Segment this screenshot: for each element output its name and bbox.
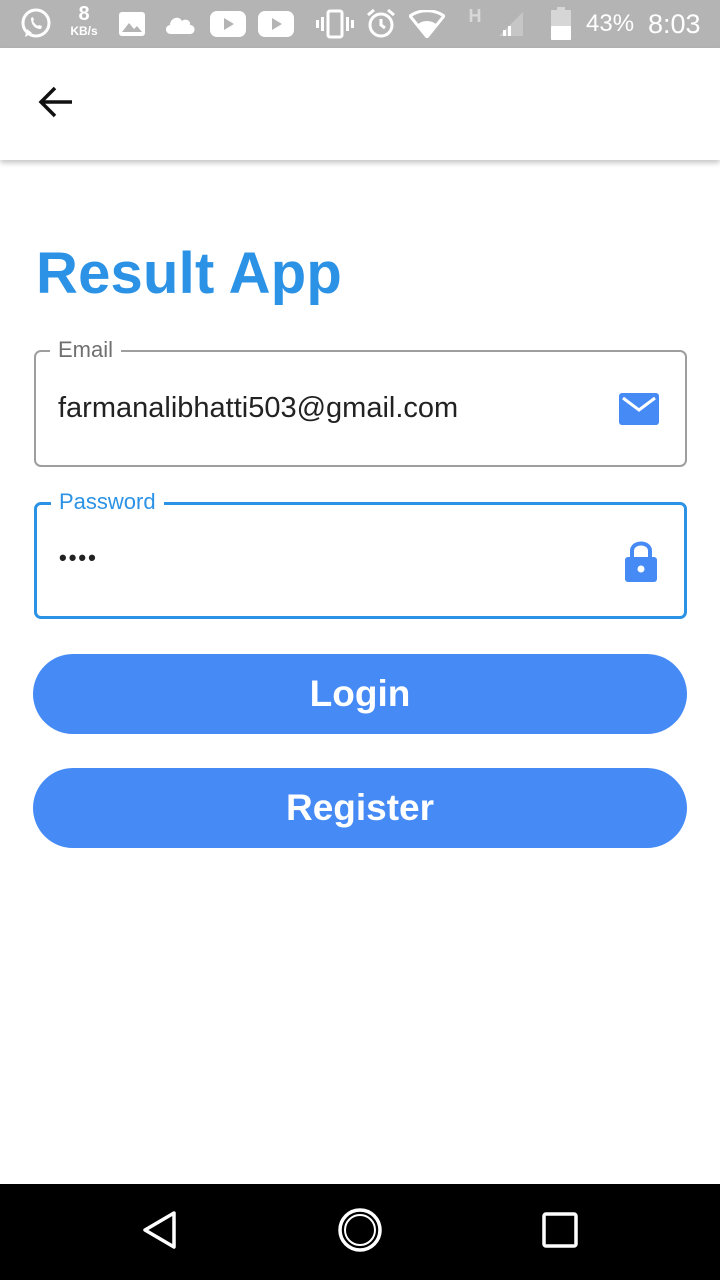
password-field[interactable]: Password •••• bbox=[34, 487, 687, 619]
image-icon bbox=[116, 0, 148, 48]
lock-icon bbox=[624, 505, 658, 616]
youtube-icon bbox=[258, 0, 294, 48]
page-title: Result App bbox=[36, 241, 342, 306]
battery-icon bbox=[548, 0, 574, 48]
back-button[interactable] bbox=[20, 68, 92, 140]
signal-icon bbox=[496, 0, 526, 48]
email-input[interactable]: farmanalibhatti503@gmail.com bbox=[58, 352, 458, 465]
status-bar: 8 KB/s H 43% 8:03 bbox=[0, 0, 720, 48]
login-button[interactable]: Login bbox=[33, 654, 687, 734]
network-type: H bbox=[468, 5, 482, 26]
clock: 8:03 bbox=[648, 9, 701, 39]
nav-back-button[interactable] bbox=[112, 1184, 208, 1280]
app-bar bbox=[0, 48, 720, 160]
vibrate-icon bbox=[316, 0, 354, 48]
cloud-icon bbox=[162, 0, 198, 48]
net-speed-indicator: 8 KB/s bbox=[64, 4, 104, 37]
battery-percent: 43% bbox=[586, 10, 635, 37]
password-input[interactable]: •••• bbox=[59, 502, 98, 613]
navigation-bar bbox=[0, 1184, 720, 1280]
nav-home-button[interactable] bbox=[312, 1184, 408, 1280]
net-speed-unit: KB/s bbox=[70, 24, 98, 38]
nav-recents-button[interactable] bbox=[512, 1184, 608, 1280]
arrow-left-icon bbox=[38, 86, 74, 123]
recents-square-icon bbox=[542, 1211, 578, 1253]
home-circle-icon bbox=[337, 1207, 383, 1258]
back-triangle-icon bbox=[141, 1210, 179, 1255]
whatsapp-icon bbox=[16, 0, 56, 48]
alarm-icon bbox=[364, 0, 398, 48]
wifi-icon bbox=[408, 0, 446, 48]
email-field[interactable]: Email farmanalibhatti503@gmail.com bbox=[34, 335, 687, 467]
mail-icon bbox=[619, 352, 659, 465]
youtube-icon bbox=[210, 0, 246, 48]
net-speed-value: 8 bbox=[78, 3, 90, 25]
register-button[interactable]: Register bbox=[33, 768, 687, 848]
